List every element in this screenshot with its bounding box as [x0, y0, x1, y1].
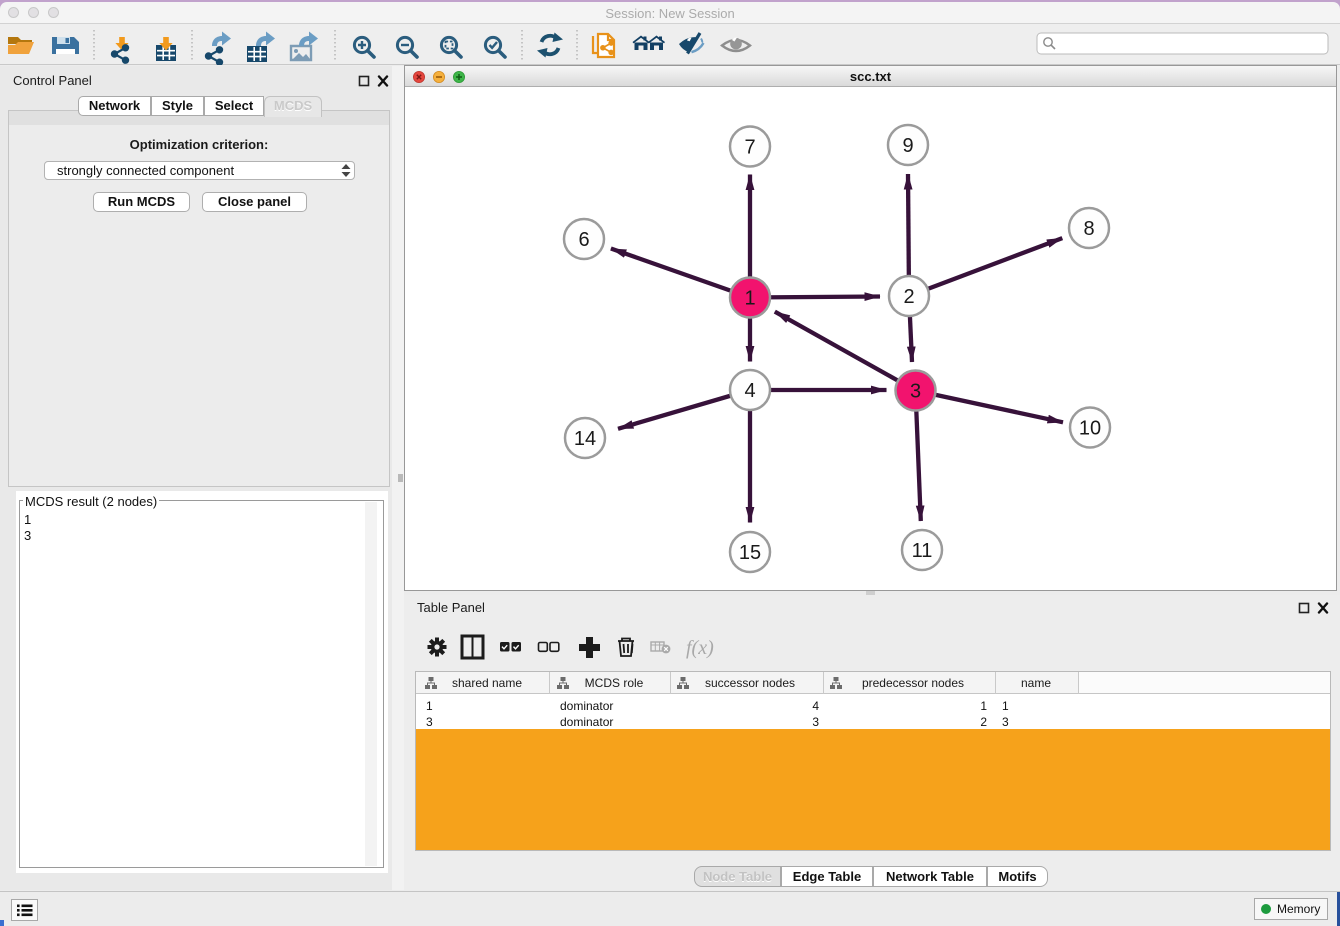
svg-text:1: 1	[744, 288, 755, 310]
svg-text:11: 11	[912, 540, 933, 562]
svg-text:successor nodes: successor nodes	[705, 676, 795, 690]
svg-text:9: 9	[902, 135, 913, 157]
svg-text:3: 3	[910, 381, 921, 403]
svg-text:14: 14	[574, 428, 596, 450]
svg-text:7: 7	[744, 137, 755, 159]
svg-text:MCDS role: MCDS role	[585, 676, 644, 690]
svg-text:shared name: shared name	[452, 676, 522, 690]
svg-text:predecessor nodes: predecessor nodes	[862, 676, 964, 690]
svg-text:8: 8	[1083, 218, 1094, 240]
svg-text:Memory: Memory	[1277, 902, 1320, 916]
svg-text:f(x): f(x)	[686, 637, 714, 659]
svg-text:2: 2	[903, 286, 914, 308]
svg-text:10: 10	[1079, 418, 1101, 440]
svg-text:name: name	[1021, 676, 1051, 690]
svg-text:15: 15	[739, 542, 761, 564]
svg-text:6: 6	[578, 229, 589, 251]
svg-text:4: 4	[744, 380, 755, 402]
